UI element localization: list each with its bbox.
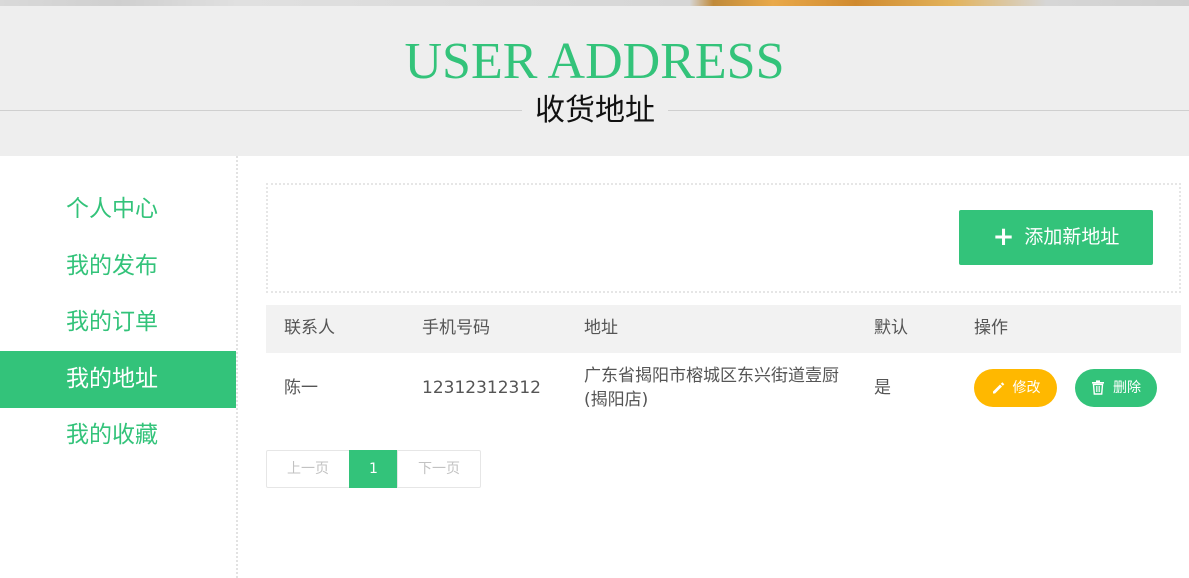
sidebar-item-my-posts[interactable]: 我的发布 — [0, 238, 236, 295]
pencil-icon — [992, 382, 1004, 394]
sidebar-item-my-favorites[interactable]: 我的收藏 — [0, 407, 236, 464]
edit-address-button[interactable]: 修改 — [974, 369, 1057, 407]
cell-phone: 12312312312 — [422, 378, 541, 398]
table-header: 联系人 手机号码 地址 默认 操作 — [266, 305, 1181, 353]
add-address-button[interactable]: + 添加新地址 — [959, 210, 1153, 265]
plus-icon: + — [992, 222, 1015, 252]
pagination-next[interactable]: 下一页 — [397, 450, 481, 488]
cell-contact: 陈一 — [284, 378, 318, 398]
column-header-phone: 手机号码 — [422, 318, 490, 338]
sidebar-item-profile[interactable]: 个人中心 — [0, 181, 236, 238]
column-header-address: 地址 — [584, 318, 618, 338]
page-title: USER ADDRESS — [404, 33, 785, 90]
edit-label: 修改 — [1012, 380, 1041, 396]
header-divider-right — [668, 110, 1189, 111]
trash-icon — [1092, 380, 1104, 395]
sidebar-item-my-address[interactable]: 我的地址 — [0, 351, 236, 408]
page-header: USER ADDRESS 收货地址 — [0, 6, 1189, 156]
cell-default: 是 — [874, 378, 891, 398]
page-subtitle: 收货地址 — [535, 93, 655, 128]
pagination-prev[interactable]: 上一页 — [266, 450, 350, 488]
column-header-contact: 联系人 — [284, 318, 335, 338]
header-divider-left — [0, 110, 522, 111]
sidebar-item-my-orders[interactable]: 我的订单 — [0, 294, 236, 351]
column-header-actions: 操作 — [974, 318, 1008, 338]
delete-label: 删除 — [1113, 380, 1141, 396]
pagination-page-1[interactable]: 1 — [349, 450, 398, 488]
column-header-default: 默认 — [874, 318, 908, 338]
cell-address: 广东省揭阳市榕城区东兴街道壹厨(揭阳店) — [584, 366, 839, 410]
add-address-label: 添加新地址 — [1024, 226, 1120, 248]
sidebar: 个人中心 我的发布 我的订单 我的地址 我的收藏 — [0, 156, 238, 578]
delete-address-button[interactable]: 删除 — [1075, 369, 1157, 407]
